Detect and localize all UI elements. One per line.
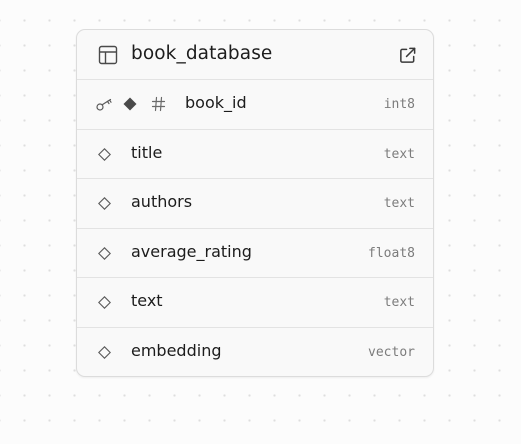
column-type: vector: [368, 344, 415, 360]
nullable-diamond-icon: [98, 296, 111, 310]
column-type: text: [383, 196, 415, 212]
column-row-title[interactable]: title text: [77, 130, 433, 180]
column-type: text: [383, 295, 415, 311]
table-node[interactable]: book_database book_id int8 title text au…: [76, 29, 434, 377]
column-name: text: [131, 291, 163, 311]
table-icon: [98, 45, 118, 65]
not-null-diamond-icon: [123, 97, 137, 111]
table-name: book_database: [131, 43, 273, 64]
column-type: text: [383, 146, 415, 162]
column-row-embedding[interactable]: embedding vector: [77, 328, 433, 376]
column-row-book-id[interactable]: book_id int8: [77, 80, 433, 130]
column-type: int8: [383, 97, 415, 112]
column-type: float8: [368, 245, 415, 261]
column-name: authors: [131, 192, 193, 212]
nullable-diamond-icon: [98, 246, 111, 260]
column-row-authors[interactable]: authors text: [77, 179, 433, 229]
column-row-text[interactable]: text text: [77, 278, 433, 328]
nullable-diamond-icon: [98, 345, 111, 359]
column-name: title: [131, 142, 163, 162]
primary-key-icon: [96, 98, 112, 111]
column-name: embedding: [131, 340, 222, 360]
column-name: book_id: [185, 93, 247, 112]
table-header: book_database: [77, 30, 433, 80]
column-name: average_rating: [131, 241, 252, 261]
external-link-icon[interactable]: [398, 46, 417, 65]
nullable-diamond-icon: [98, 197, 111, 211]
column-row-average-rating[interactable]: average_rating float8: [77, 229, 433, 279]
identity-hash-icon: [151, 96, 166, 112]
nullable-diamond-icon: [98, 147, 111, 161]
